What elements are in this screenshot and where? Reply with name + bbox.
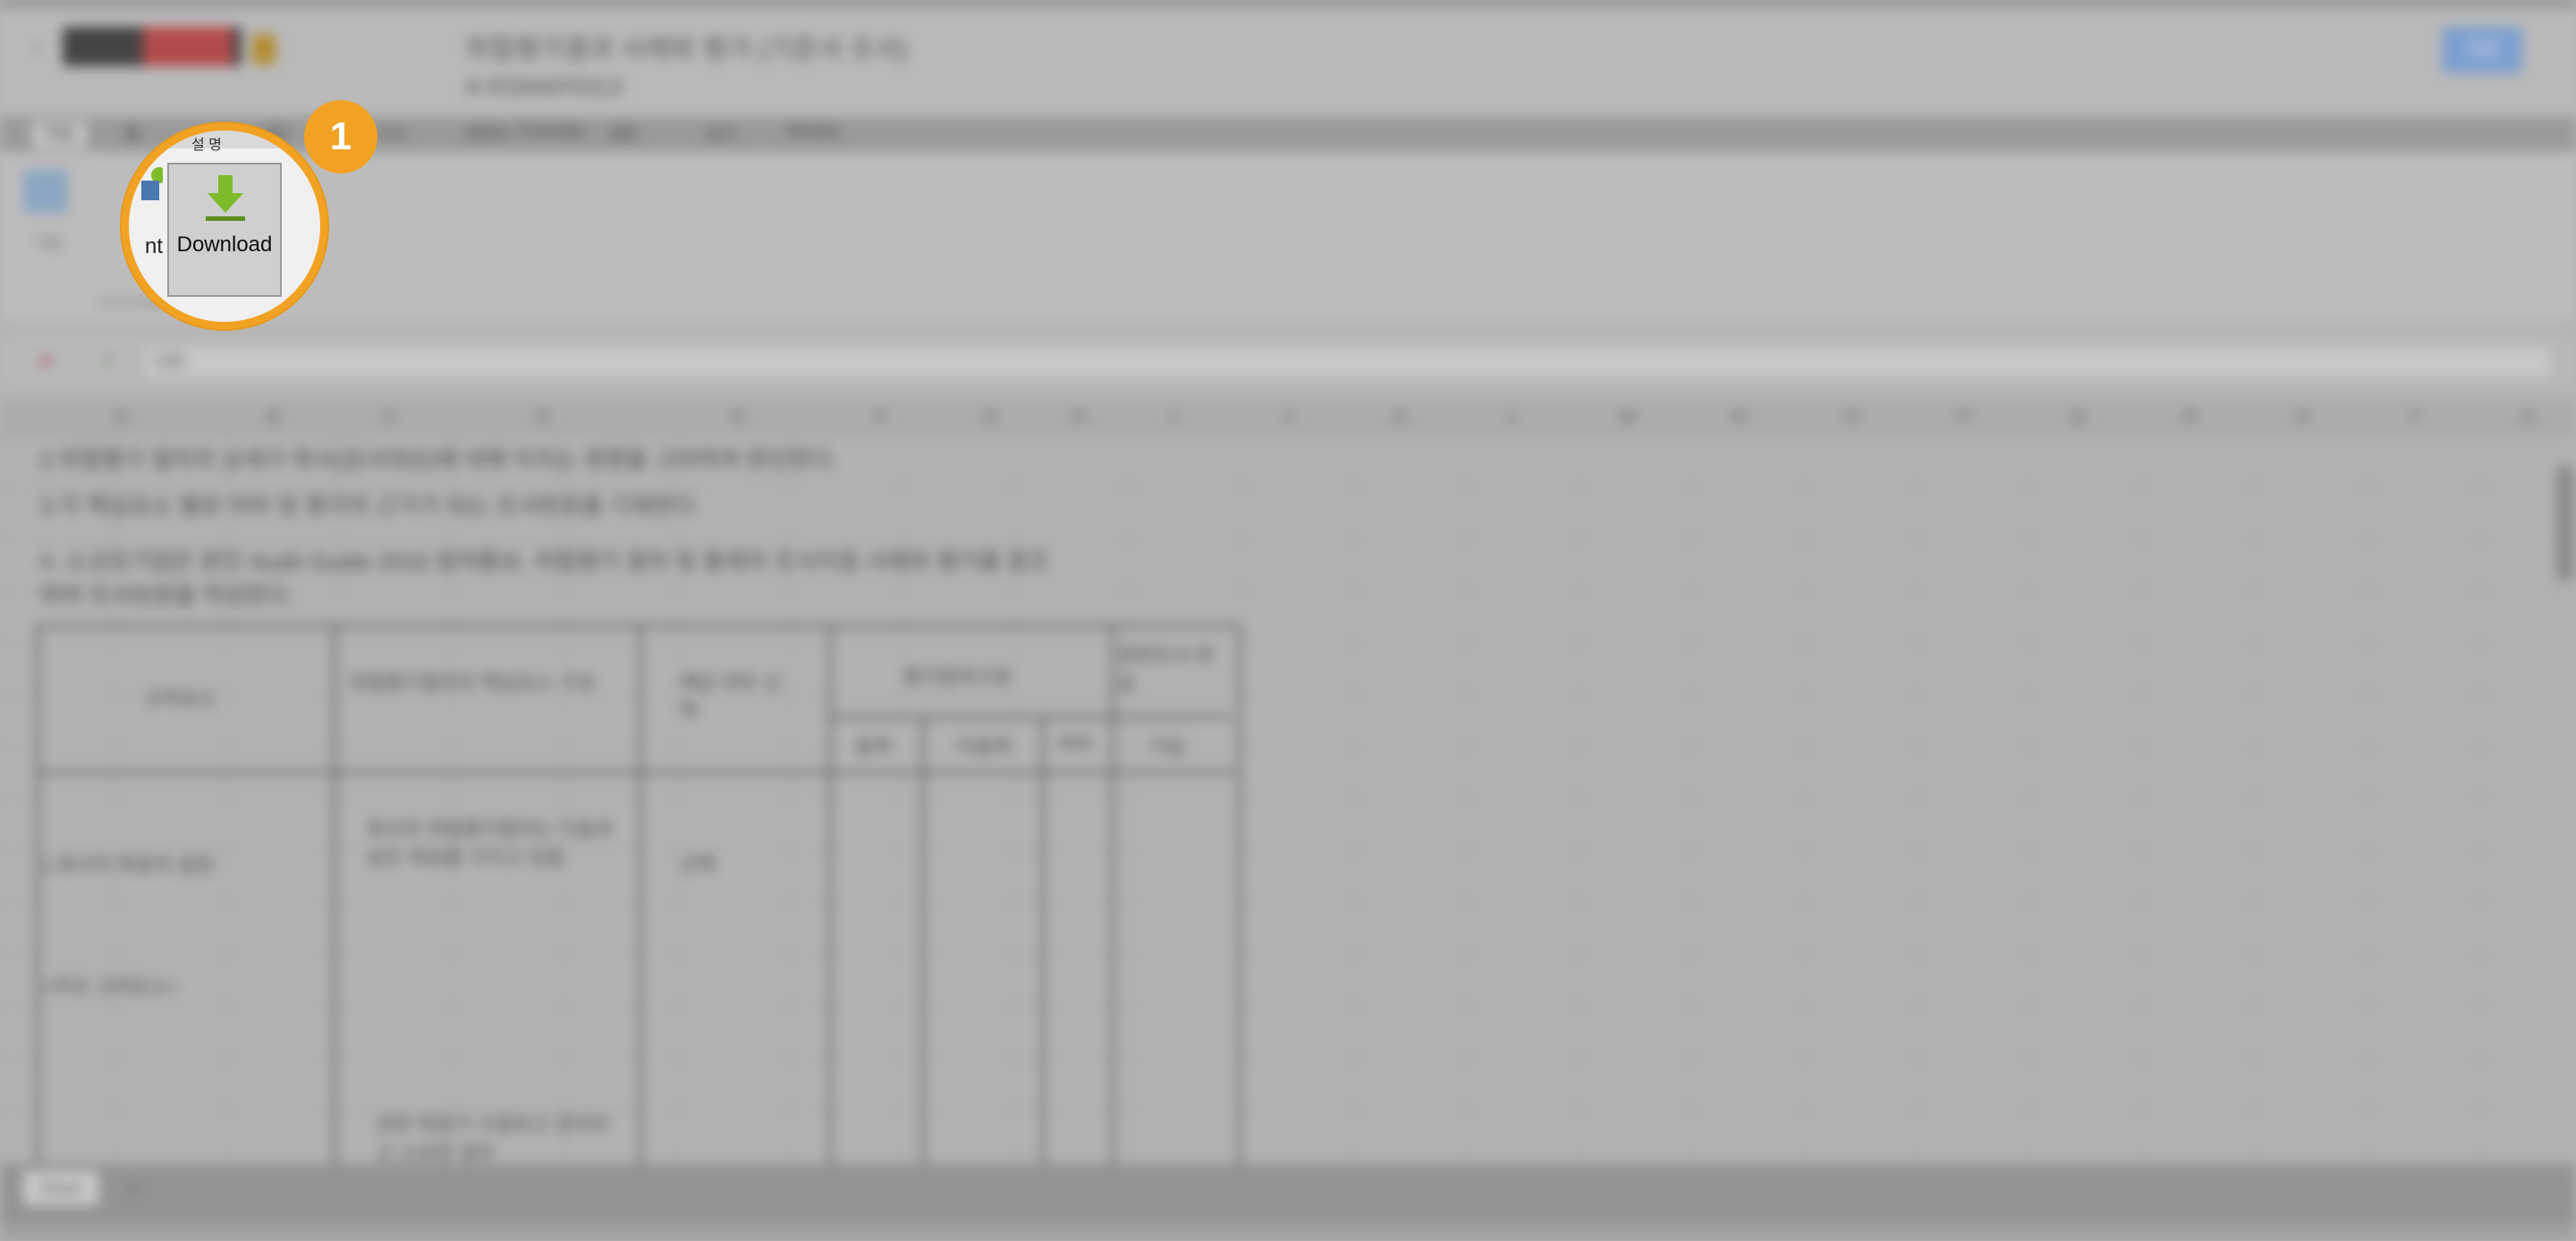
col-j[interactable]: J [1284, 408, 1292, 426]
col-o[interactable]: O [1846, 408, 1859, 426]
tab-data[interactable]: 데이터 [465, 122, 510, 148]
ribbon-first-label: 기능 [34, 234, 64, 252]
sheet-line-4: 4. 소규모기업은 본인 Audit Guide 2016 참여통보, 위험평가… [39, 548, 1050, 575]
col-m[interactable]: M [1621, 408, 1634, 426]
col-r[interactable]: R [2184, 408, 2196, 426]
col-q[interactable]: Q [2072, 408, 2084, 426]
header-factor: 위험평가절차의 핵심요소 구성 [349, 671, 596, 694]
confirm-icon[interactable]: ✓ [100, 349, 116, 372]
vertical-scrollbar[interactable] [2556, 465, 2574, 581]
col-p[interactable]: P [1959, 408, 1970, 426]
col-n[interactable]: N [1733, 408, 1745, 426]
row2-area: <주요 고려요소> [41, 975, 179, 998]
spotlight-tab-text: 설 명 [191, 138, 222, 153]
logo-accent [143, 27, 233, 66]
subheader-memo: 기입 [1148, 736, 1185, 758]
col-d[interactable]: D [537, 408, 548, 426]
col-l[interactable]: L [1508, 408, 1517, 426]
save-button[interactable]: 저장 [2442, 27, 2522, 73]
row1-factor: 회사의 위험평가절차는 다음과 같은 목표를 가지고 있음 [367, 818, 614, 869]
download-button[interactable]: Download [167, 163, 282, 297]
tab-review[interactable]: 검토 [608, 122, 638, 148]
previous-tool-icon[interactable] [136, 166, 163, 202]
col-s[interactable]: S [2297, 408, 2308, 426]
spotlight-tabstrip: 설 명 [129, 131, 320, 153]
lock-icon [252, 34, 275, 64]
subheader-na: N/A [1059, 731, 1092, 754]
table-divider [921, 715, 925, 1164]
col-e[interactable]: E [733, 408, 744, 426]
document-title: 위험평가결과 사례와 평가 (기준서 조서) [465, 35, 908, 64]
col-a[interactable]: A [116, 408, 127, 426]
col-f[interactable]: F [877, 408, 886, 426]
col-k[interactable]: K [1395, 408, 1406, 426]
spotlight-magnifier: 설 명 nt Download [122, 123, 327, 329]
sheet-tab[interactable]: Sheet [23, 1171, 98, 1205]
row3-factor: 관련 목표가 수립되고 관리되고 소유한 경우 [376, 1113, 610, 1164]
table-divider [828, 624, 832, 1164]
subheader-no: 미충족 [957, 736, 1012, 758]
col-b[interactable]: B [268, 408, 279, 426]
tab-formulas[interactable]: Formulas [519, 122, 586, 148]
formula-value: 1(9) [154, 351, 186, 371]
top-border [0, 0, 2576, 7]
subheader-yes: 충족 [855, 736, 892, 758]
app-header: ‹ 위험평가결과 사례와 평가 (기준서 조서) A-RSMAP0313 저장 [0, 7, 2576, 116]
sheet-line-4b: 하여 조서보완을 작성한다. [39, 582, 294, 609]
header-memo: 관련조서 번호 [1118, 645, 1215, 696]
status-bar [0, 1223, 2576, 1241]
col-h[interactable]: H [1073, 408, 1085, 426]
previous-tool-label: nt [145, 234, 164, 258]
header-ref: 해당 여부 선택 [680, 671, 782, 722]
add-sheet-button[interactable]: + [129, 1177, 141, 1202]
blurred-background: ‹ 위험평가결과 사례와 평가 (기준서 조서) A-RSMAP0313 저장 … [0, 0, 2576, 1241]
column-header: A B C D E F G H I J K L M N O P Q R S T … [0, 401, 2576, 435]
table-divider [333, 624, 336, 1164]
formula-input[interactable]: 1(9) [143, 344, 2553, 380]
download-icon [206, 175, 245, 221]
download-label: Download [176, 232, 273, 257]
tab-review-en[interactable]: Review [787, 122, 840, 148]
document-code: A-RSMAP0313 [465, 73, 623, 100]
col-t[interactable]: T [2410, 408, 2419, 426]
table-divider [828, 715, 1231, 719]
sheet-line-2: 2.위험평가 절차의 상세가 회사(감사대상)에 대해 미치는 영향을 고려하여… [39, 446, 839, 473]
header-eval: 평가참여구분 [903, 666, 1013, 688]
row1-area: 1.회사의 목표의 설정 [41, 854, 214, 876]
sheet-tabbar [0, 1164, 2576, 1223]
row1-ref[interactable]: 선택 [680, 849, 716, 878]
tab-file[interactable]: 파일 [32, 122, 88, 148]
col-i[interactable]: I [1172, 408, 1176, 426]
step-badge: 1 [304, 100, 377, 173]
col-g[interactable]: G [984, 408, 996, 426]
back-icon[interactable]: ‹ [34, 32, 42, 61]
table-divider [1041, 715, 1045, 1164]
header-area: 고려요소 [143, 688, 216, 710]
ribbon-first-icon[interactable] [23, 170, 68, 213]
tab-view[interactable]: 보기 [707, 122, 736, 148]
table-divider [1111, 624, 1114, 1164]
col-u[interactable]: U [2522, 408, 2534, 426]
cancel-icon[interactable]: ✕ [38, 350, 54, 374]
sheet-line-3: 3.각 핵심요소 별로 미비 및 평가의 근거가 되는 조서번호를 기재한다. [39, 493, 701, 519]
table-divider [639, 624, 642, 1164]
ribbon-panel [0, 152, 2576, 322]
col-c[interactable]: C [385, 408, 396, 426]
table-divider [36, 771, 1234, 774]
tab-formula[interactable]: 수식 [376, 122, 405, 148]
